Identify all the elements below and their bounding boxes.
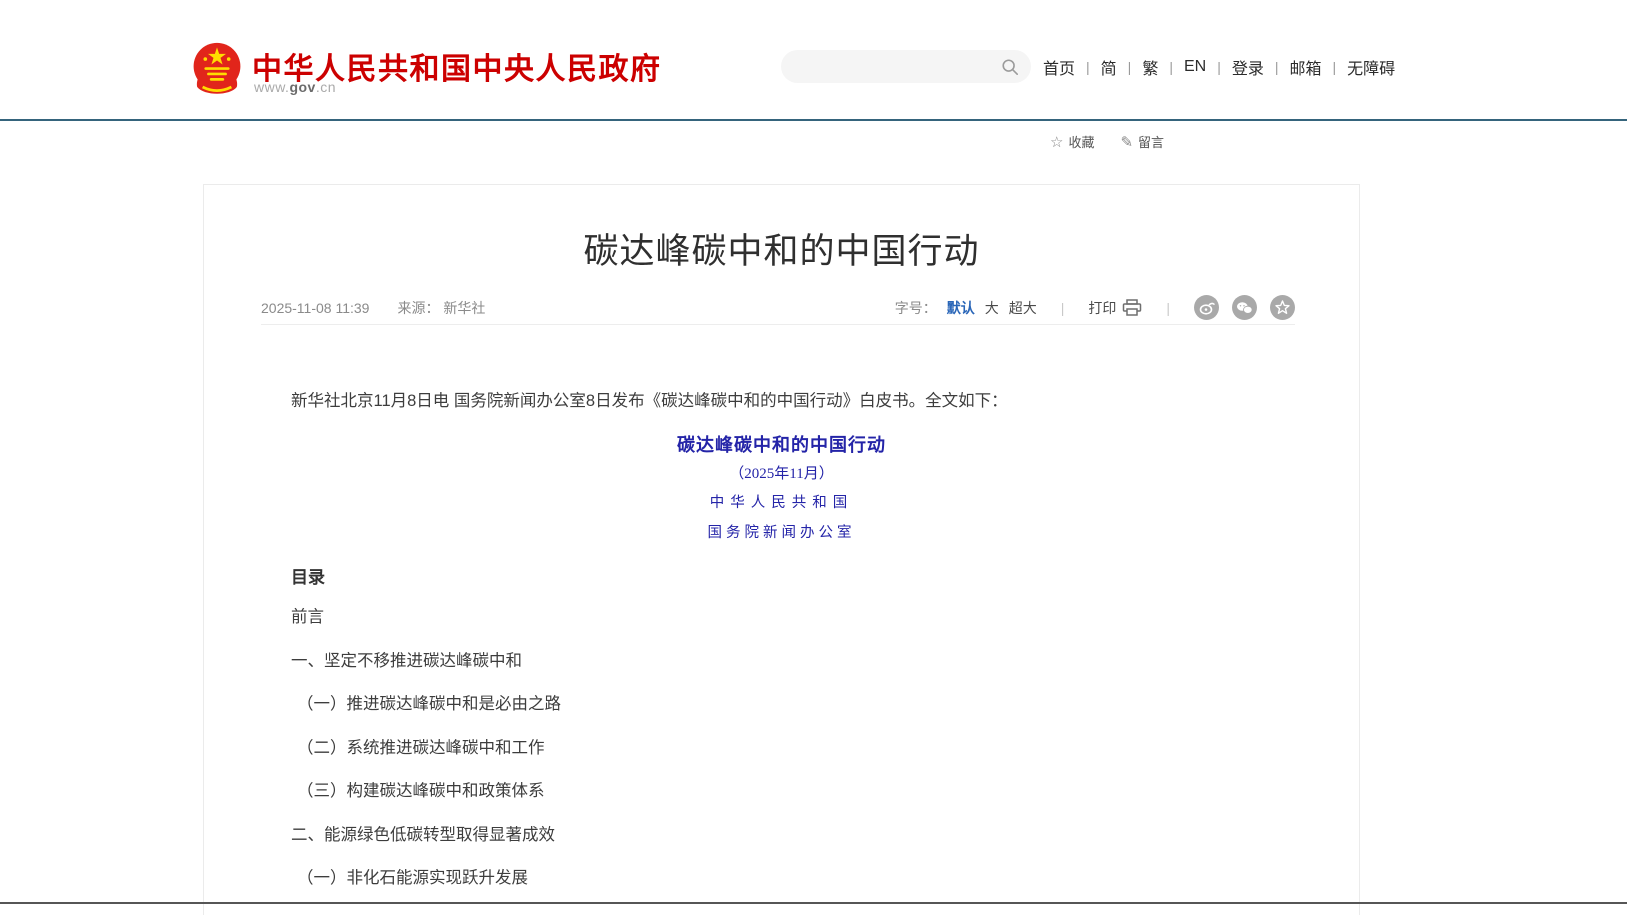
- page: 中华人民共和国中央人民政府 www.gov.cn 首页 | 简 | 繁 | EN…: [0, 0, 1627, 915]
- toc-item: （三）构建碳达峰碳中和政策体系: [291, 779, 1264, 803]
- top-navigation: 首页 | 简 | 繁 | EN | 登录 | 邮箱 | 无障碍: [1043, 53, 1395, 81]
- article-meta: 2025-11-08 11:39 来源： 新华社 字号： 默认 大 超大 | 打…: [261, 295, 1295, 320]
- nav-simplified[interactable]: 简: [1101, 55, 1117, 79]
- url-bold: gov: [289, 79, 315, 95]
- doc-date: （2025年11月）: [204, 462, 1359, 483]
- url-prefix: www.: [254, 79, 289, 95]
- comment-button[interactable]: ✎ 留言: [1120, 132, 1164, 151]
- nav-separator: |: [1128, 59, 1132, 75]
- nav-separator: |: [1333, 59, 1337, 75]
- site-url: www.gov.cn: [254, 79, 336, 95]
- doc-org-line1: 中华人民共和国: [204, 491, 1359, 512]
- nav-traditional[interactable]: 繁: [1142, 55, 1158, 79]
- star-outline-icon: ☆: [1050, 133, 1063, 151]
- meta-right: 字号： 默认 大 超大 | 打印 |: [895, 295, 1295, 320]
- toc-item: 一、坚定不移推进碳达峰碳中和: [291, 649, 1264, 673]
- nav-mail[interactable]: 邮箱: [1290, 55, 1322, 79]
- font-size-large-button[interactable]: 大: [985, 298, 999, 318]
- font-size-default-button[interactable]: 默认: [947, 298, 975, 318]
- article-title: 碳达峰碳中和的中国行动: [204, 223, 1359, 274]
- pen-icon: ✎: [1120, 133, 1133, 151]
- font-size-xlarge-button[interactable]: 超大: [1009, 298, 1037, 318]
- share-icons: [1194, 295, 1295, 320]
- search-icon[interactable]: [1001, 58, 1019, 76]
- source-label: 来源：: [397, 300, 439, 316]
- article-card: 碳达峰碳中和的中国行动 2025-11-08 11:39 来源： 新华社 字号：…: [203, 184, 1360, 915]
- nav-separator: |: [1169, 59, 1173, 75]
- nav-separator: |: [1217, 59, 1221, 75]
- url-suffix: .cn: [316, 79, 336, 95]
- source: 来源： 新华社: [397, 298, 485, 318]
- publish-date: 2025-11-08 11:39: [261, 300, 369, 316]
- toc-heading: 目录: [291, 563, 325, 588]
- star-share-icon[interactable]: [1270, 295, 1295, 320]
- printer-icon: [1122, 299, 1142, 317]
- nav-accessibility[interactable]: 无障碍: [1347, 55, 1395, 79]
- nav-english[interactable]: EN: [1184, 58, 1206, 76]
- print-button[interactable]: 打印: [1088, 298, 1142, 318]
- search-box[interactable]: [781, 50, 1031, 83]
- table-of-contents: 前言 一、坚定不移推进碳达峰碳中和 （一）推进碳达峰碳中和是必由之路 （二）系统…: [291, 605, 1264, 910]
- doc-org-line2: 国务院新闻办公室: [204, 521, 1359, 542]
- search-input[interactable]: [793, 59, 1001, 75]
- site-header: 中华人民共和国中央人民政府 www.gov.cn 首页 | 简 | 繁 | EN…: [0, 0, 1627, 121]
- doc-title: 碳达峰碳中和的中国行动: [204, 431, 1359, 457]
- print-label: 打印: [1088, 298, 1116, 318]
- bottom-divider: [0, 902, 1627, 904]
- toc-item: 前言: [291, 605, 1264, 629]
- favorite-button[interactable]: ☆ 收藏: [1050, 132, 1094, 151]
- meta-separator: |: [1061, 300, 1065, 316]
- weibo-share-icon[interactable]: [1194, 295, 1219, 320]
- page-actions: ☆ 收藏 ✎ 留言: [1050, 132, 1164, 151]
- nav-separator: |: [1275, 59, 1279, 75]
- favorite-label: 收藏: [1068, 132, 1094, 151]
- lead-paragraph: 新华社北京11月8日电 国务院新闻办公室8日发布《碳达峰碳中和的中国行动》白皮书…: [291, 388, 1264, 414]
- toc-item: （二）系统推进碳达峰碳中和工作: [291, 736, 1264, 760]
- national-emblem-logo: [190, 40, 244, 98]
- wechat-share-icon[interactable]: [1232, 295, 1257, 320]
- nav-login[interactable]: 登录: [1232, 55, 1264, 79]
- toc-item: （一）推进碳达峰碳中和是必由之路: [291, 692, 1264, 716]
- nav-home[interactable]: 首页: [1043, 55, 1075, 79]
- toc-item: 二、能源绿色低碳转型取得显著成效: [291, 823, 1264, 847]
- meta-separator: |: [1166, 300, 1170, 316]
- meta-left: 2025-11-08 11:39 来源： 新华社: [261, 298, 485, 318]
- meta-divider: [261, 324, 1295, 325]
- toc-item: （一）非化石能源实现跃升发展: [291, 866, 1264, 890]
- source-value[interactable]: 新华社: [443, 300, 485, 316]
- font-size-label: 字号：: [895, 298, 937, 318]
- nav-separator: |: [1086, 59, 1090, 75]
- comment-label: 留言: [1138, 132, 1164, 151]
